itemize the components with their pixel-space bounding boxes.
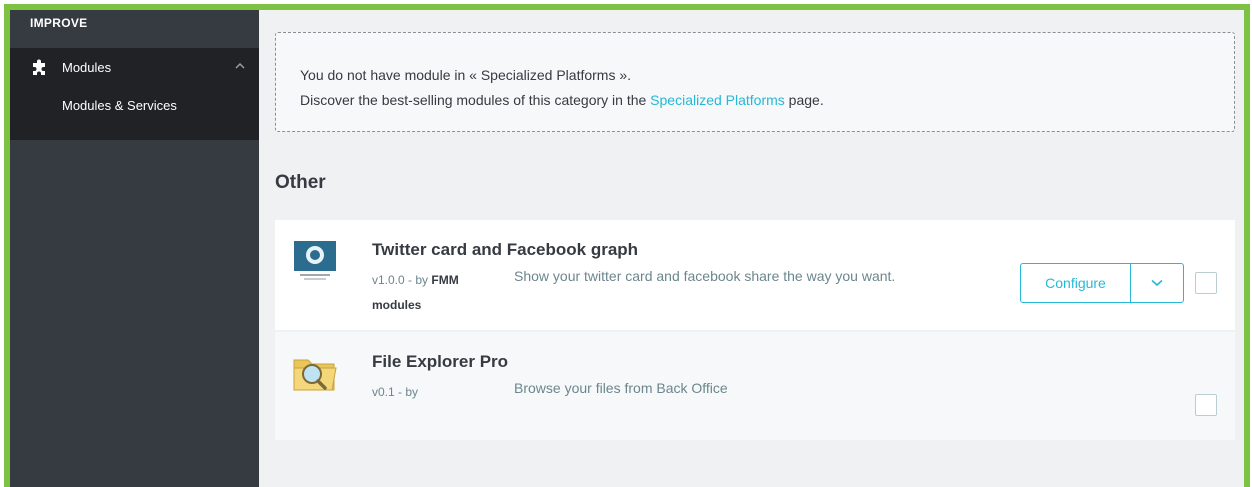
module-action-group: Configure <box>1020 263 1184 303</box>
module-meta: v0.1 - by <box>372 380 502 405</box>
sidebar-modules-group: Modules Modules & Services <box>10 48 259 140</box>
module-version: v0.1 - by <box>372 385 419 399</box>
module-description: Show your twitter card and facebook shar… <box>514 268 896 284</box>
module-description: Browse your files from Back Office <box>514 380 728 396</box>
notice-line-1: You do not have module in « Specialized … <box>300 67 632 83</box>
module-select-checkbox[interactable] <box>1195 394 1217 416</box>
module-meta: v1.0.0 - by FMM modules <box>372 268 502 318</box>
puzzle-icon <box>33 59 45 75</box>
sidebar: IMPROVE Modules Modules & Services <box>10 10 259 487</box>
notice-suffix: page. <box>784 92 824 108</box>
folder-magnifier-icon <box>293 359 337 391</box>
module-author-cont: modules <box>372 298 422 312</box>
actions-dropdown-button[interactable] <box>1131 264 1183 302</box>
chevron-down-icon <box>1151 279 1163 287</box>
module-row: File Explorer Pro v0.1 - by Browse your … <box>275 332 1235 440</box>
sidebar-item-modules[interactable]: Modules <box>10 48 259 86</box>
specialized-platforms-link[interactable]: Specialized Platforms <box>650 92 785 108</box>
sidebar-heading: IMPROVE <box>10 10 259 48</box>
section-title: Other <box>275 172 326 193</box>
main-content: You do not have module in « Specialized … <box>259 10 1244 487</box>
sidebar-item-modules-services[interactable]: Modules & Services <box>10 86 259 124</box>
chevron-up-icon[interactable] <box>235 61 245 71</box>
module-name: File Explorer Pro <box>372 352 509 371</box>
notice-prefix: Discover the best-selling modules of thi… <box>300 92 651 108</box>
sidebar-item-label: Modules <box>62 59 112 75</box>
configure-button[interactable]: Configure <box>1021 264 1131 302</box>
app-frame: IMPROVE Modules Modules & Services You d… <box>4 4 1250 487</box>
twitter-card-logo-icon <box>292 238 338 284</box>
empty-category-notice: You do not have module in « Specialized … <box>275 32 1235 132</box>
module-author: FMM <box>431 273 459 287</box>
module-select-checkbox[interactable] <box>1195 272 1217 294</box>
module-version: v1.0.0 - by <box>372 273 432 287</box>
module-row: Twitter card and Facebook graph v1.0.0 -… <box>275 220 1235 330</box>
module-name: Twitter card and Facebook graph <box>372 240 639 259</box>
notice-line-2: Discover the best-selling modules of thi… <box>300 88 1234 113</box>
